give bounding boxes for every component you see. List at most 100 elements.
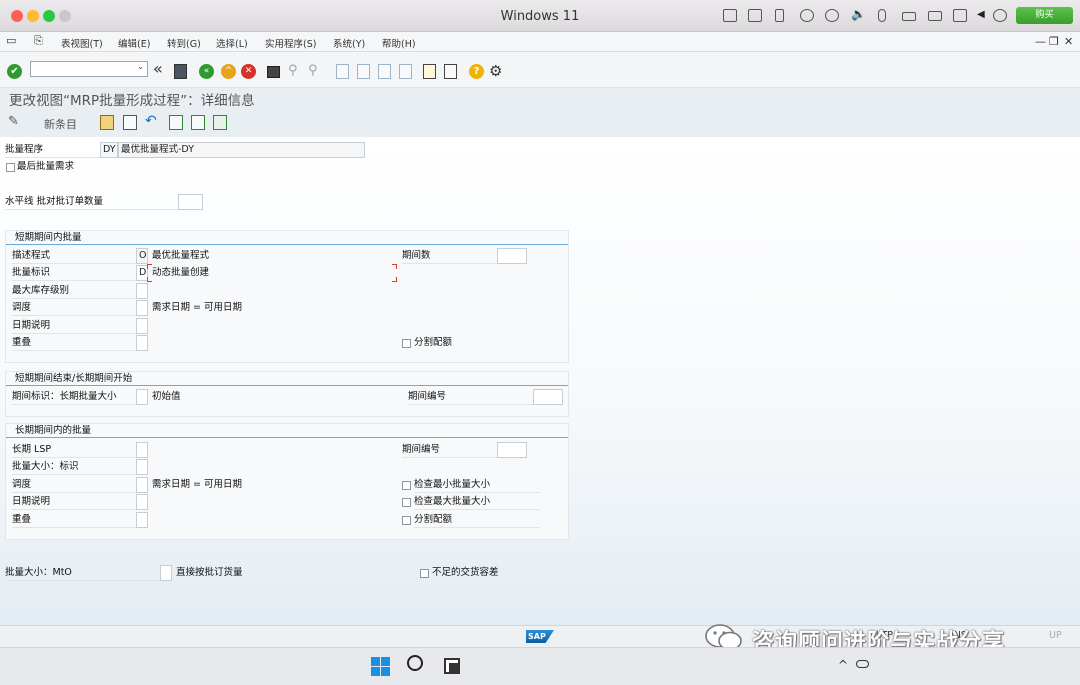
lot-procedure-code-field[interactable]: DY (100, 142, 118, 158)
new-entries-button[interactable]: 新条目 (44, 116, 77, 132)
print-icon[interactable] (267, 66, 280, 78)
check-min-lot-checkbox[interactable] (402, 481, 411, 490)
exit-menu-icon[interactable]: ⎘ (34, 34, 43, 48)
cloud-icon[interactable] (856, 660, 869, 668)
enter-checkmark-icon[interactable]: ✔ (7, 64, 22, 79)
periods-field[interactable] (497, 248, 527, 264)
delete-icon[interactable] (123, 115, 137, 130)
buy-button[interactable]: 购买 (1016, 7, 1073, 24)
microphone-icon[interactable] (878, 9, 886, 22)
describe-program-code-field[interactable]: O (136, 248, 148, 264)
underdelivery-tolerance-label: 不足的交货容差 (432, 567, 499, 578)
long-scheduling-label: 调度 (12, 477, 136, 493)
undo-icon[interactable]: ↶ (145, 113, 157, 129)
close-icon[interactable]: ✕ (1064, 35, 1073, 48)
lot-indicator-label: 批量标识 (12, 265, 136, 281)
cpu-icon[interactable] (748, 9, 762, 22)
select-block-icon[interactable] (213, 115, 227, 130)
windows-start-icon[interactable] (371, 657, 391, 677)
double-chevron-left-icon[interactable]: « (153, 61, 163, 77)
direct-lot-for-lot-label: 直接按批订货量 (176, 567, 243, 578)
underdelivery-tolerance-checkbox[interactable] (420, 569, 429, 578)
restore-icon[interactable]: ❐ (1049, 35, 1059, 48)
new-session-icon[interactable] (423, 64, 436, 79)
long-date-description-field[interactable] (136, 494, 148, 510)
period-indicator-text: 初始值 (152, 391, 181, 402)
keyboard-icon[interactable] (723, 9, 737, 22)
period-indicator-field[interactable] (136, 389, 148, 405)
shortcut-icon[interactable] (444, 64, 457, 79)
first-page-icon[interactable] (336, 64, 349, 79)
check-min-lot-label: 检查最小批量大小 (414, 477, 540, 493)
describe-program-text: 最优批量程式 (152, 250, 210, 261)
drive-icon[interactable] (902, 12, 916, 21)
gear-icon[interactable]: ⚙ (489, 62, 502, 80)
split-quota-checkbox[interactable] (402, 339, 411, 348)
video-icon[interactable] (928, 11, 942, 21)
menu-table-view[interactable]: 表视图(T) (61, 36, 103, 50)
find-icon[interactable]: ⚲ (288, 63, 298, 78)
application-toolbar: ✎ 新条目 ↶ (0, 110, 1080, 136)
find-next-icon[interactable]: ⚲ (308, 63, 318, 78)
last-page-icon[interactable] (399, 64, 412, 79)
copy-icon[interactable] (100, 115, 114, 130)
max-stock-level-field[interactable] (136, 283, 148, 299)
menu-help[interactable]: 帮助(H) (382, 36, 416, 50)
chevron-down-icon[interactable]: ⌄ (137, 62, 144, 71)
command-field[interactable]: ⌄ (30, 61, 148, 77)
back-icon[interactable]: « (199, 64, 214, 79)
date-description-field[interactable] (136, 318, 148, 334)
task-view-icon[interactable] (444, 658, 460, 674)
previous-entry-icon[interactable] (169, 115, 183, 130)
speaker-icon[interactable]: 🔈 (851, 7, 866, 21)
split-quota-label: 分割配额 (414, 337, 453, 348)
long-term-lsp-field[interactable] (136, 442, 148, 458)
lot-size-indicator-field[interactable] (136, 459, 148, 475)
menu-utilities[interactable]: 实用程序(S) (265, 36, 316, 50)
long-period-number-field[interactable] (497, 442, 527, 458)
long-term-lsp-label: 长期 LSP (12, 442, 136, 458)
tray-chevron-up-icon[interactable]: ^ (838, 658, 848, 672)
menu-selection[interactable]: 选择(L) (216, 36, 248, 50)
long-split-quota-label: 分割配额 (414, 512, 540, 528)
search-icon[interactable] (407, 655, 423, 671)
menu-system[interactable]: 系统(Y) (333, 36, 365, 50)
long-overlap-field[interactable] (136, 512, 148, 528)
menu-edit[interactable]: 编辑(E) (118, 36, 150, 50)
short-term-title: 短期期间内批量 (6, 231, 568, 245)
period-number-label: 期间编号 (408, 389, 533, 405)
previous-page-icon[interactable] (357, 64, 370, 79)
check-max-lot-checkbox[interactable] (402, 498, 411, 507)
detail-area: 批量程序 DY 最优批量程式-DY 最后批量需求 水平线 批对批订单数量 短期期… (0, 137, 1080, 625)
minimize-icon[interactable]: — (1035, 35, 1046, 48)
cancel-icon[interactable]: ✕ (241, 64, 256, 79)
next-page-icon[interactable] (378, 64, 391, 79)
overlap-field[interactable] (136, 335, 148, 351)
lot-procedure-label: 批量程序 (5, 142, 100, 158)
horizon-field[interactable] (178, 194, 203, 210)
save-icon[interactable] (174, 64, 187, 79)
scheduling-text: 需求日期 = 可用日期 (152, 302, 242, 313)
long-split-quota-checkbox[interactable] (402, 516, 411, 525)
lot-indicator-text: 动态批量创建 (152, 267, 210, 278)
no-camera-icon[interactable] (800, 9, 814, 22)
lot-size-mto-field[interactable] (160, 565, 172, 581)
globe-icon[interactable] (825, 9, 839, 22)
exit-icon[interactable]: ^ (221, 64, 236, 79)
period-number-field[interactable] (533, 389, 563, 405)
next-entry-icon[interactable] (191, 115, 205, 130)
scheduling-field[interactable] (136, 300, 148, 316)
picture-icon[interactable] (953, 9, 967, 22)
periods-label: 期间数 (402, 248, 497, 264)
long-scheduling-field[interactable] (136, 477, 148, 493)
display-change-icon[interactable]: ✎ (8, 114, 19, 129)
last-lot-exact-checkbox[interactable] (6, 163, 15, 172)
play-back-icon[interactable]: ◀ (977, 9, 991, 22)
settings-icon[interactable] (993, 9, 1007, 22)
usb-icon[interactable] (775, 9, 784, 22)
help-icon[interactable]: ? (469, 64, 484, 79)
menu-goto[interactable]: 转到(G) (167, 36, 201, 50)
menu-icon[interactable]: ▭ (6, 34, 16, 47)
focus-corner (392, 277, 397, 282)
scheduling-label: 调度 (12, 300, 136, 316)
